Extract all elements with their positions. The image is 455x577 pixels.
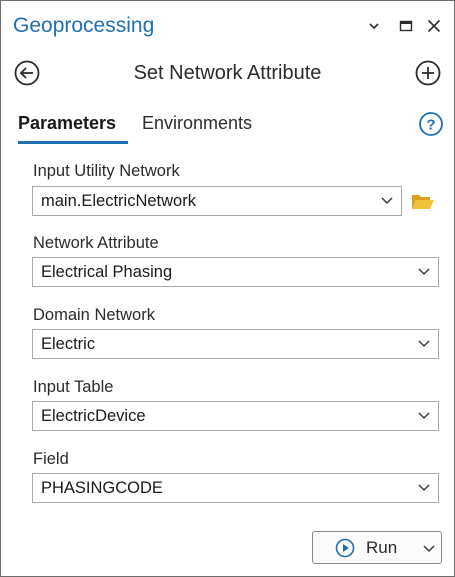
geoprocessing-pane: Geoprocessing Set Network Attribute Para… [0, 0, 455, 577]
chevron-down-icon [418, 268, 430, 276]
add-icon [415, 60, 441, 86]
input-table-value: ElectricDevice [41, 407, 146, 425]
field-value: PHASINGCODE [41, 479, 163, 497]
svg-text:?: ? [426, 117, 435, 134]
folder-open-icon [412, 195, 434, 209]
param-label-input-utility-network: Input Utility Network [33, 162, 180, 180]
tool-title: Set Network Attribute [133, 62, 322, 84]
chevron-down-icon [381, 197, 393, 205]
browse-button[interactable] [410, 191, 436, 213]
run-button[interactable]: Run [312, 531, 442, 564]
back-button[interactable] [13, 59, 41, 87]
play-icon [335, 538, 355, 558]
close-icon [427, 19, 441, 33]
chevron-down-icon [418, 412, 430, 420]
close-button[interactable] [425, 17, 443, 35]
network-attribute-value: Electrical Phasing [41, 263, 173, 281]
maximize-icon [399, 20, 413, 32]
param-label-input-table: Input Table [33, 378, 114, 396]
input-utility-network-value: main.ElectricNetwork [41, 192, 196, 210]
help-icon: ? [419, 112, 443, 136]
domain-network-dropdown[interactable]: Electric [32, 329, 439, 359]
network-attribute-dropdown[interactable]: Electrical Phasing [32, 257, 439, 287]
tool-header: Set Network Attribute [1, 55, 454, 91]
input-utility-network-dropdown[interactable]: main.ElectricNetwork [32, 186, 402, 216]
pane-title-bar: Geoprocessing [1, 1, 454, 51]
add-button[interactable] [414, 59, 442, 87]
pane-title: Geoprocessing [13, 14, 155, 37]
field-dropdown[interactable]: PHASINGCODE [32, 473, 439, 503]
back-arrow-icon [14, 60, 40, 86]
help-button[interactable]: ? [418, 111, 444, 137]
run-label: Run [366, 538, 398, 557]
chevron-down-icon[interactable] [423, 544, 435, 554]
input-table-dropdown[interactable]: ElectricDevice [32, 401, 439, 431]
param-label-field: Field [33, 450, 69, 468]
chevron-down-icon [369, 23, 379, 30]
domain-network-value: Electric [41, 335, 96, 353]
pane-options-button[interactable] [365, 17, 383, 35]
param-label-network-attribute: Network Attribute [33, 234, 159, 252]
param-label-domain-network: Domain Network [33, 306, 155, 324]
tab-environments[interactable]: Environments [142, 113, 252, 134]
maximize-button[interactable] [397, 17, 415, 35]
chevron-down-icon [418, 484, 430, 492]
active-tab-indicator [18, 141, 128, 144]
chevron-down-icon [418, 340, 430, 348]
tab-parameters[interactable]: Parameters [18, 113, 116, 134]
